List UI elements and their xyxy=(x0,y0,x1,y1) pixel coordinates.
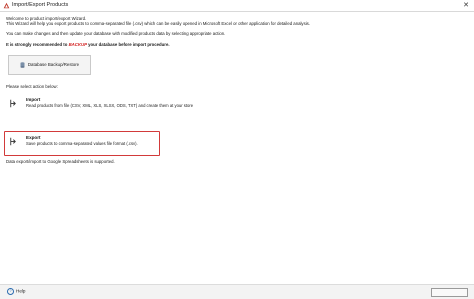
export-title: Export xyxy=(26,135,41,140)
intro-description: This Wizard will help you export product… xyxy=(6,21,311,26)
warning-backup-highlight: BACKUP xyxy=(68,42,87,47)
import-action[interactable]: Import Read products from file (CSV, XML… xyxy=(6,96,193,114)
backup-button-label: Database Backup/Restore xyxy=(27,62,80,67)
import-title: Import xyxy=(26,97,41,102)
backup-warning: It is strongly recommended to BACKUP you… xyxy=(6,42,170,47)
help-label: Help xyxy=(16,288,26,294)
help-link[interactable]: ? Help xyxy=(7,288,25,295)
app-logo-icon xyxy=(3,2,10,9)
database-backup-restore-button[interactable]: Database Backup/Restore xyxy=(8,55,91,75)
export-description: Save products to comma-separated values … xyxy=(26,141,138,146)
export-arrow-icon xyxy=(10,137,16,146)
database-icon xyxy=(20,62,25,68)
warning-text-after: your database before import procedure. xyxy=(86,42,170,47)
close-icon[interactable]: ✕ xyxy=(461,0,471,11)
footer-bar: ? Help xyxy=(0,284,474,299)
select-action-label: Please select action below: xyxy=(6,84,58,89)
import-arrow-icon xyxy=(10,99,16,108)
window-title: Import/Export Products xyxy=(12,2,69,8)
title-bar: Import/Export Products ✕ xyxy=(0,0,474,11)
export-action[interactable]: Export Save products to comma-separated … xyxy=(6,134,138,152)
back-button[interactable] xyxy=(431,288,468,297)
google-sheets-note: Data export/import to Google Spreadsheet… xyxy=(6,159,115,164)
wizard-content: Welcome to product import/export Wizard.… xyxy=(0,11,474,285)
intro-update-hint: You can make changes and then update you… xyxy=(6,31,226,36)
warning-text-before: It is strongly recommended to xyxy=(6,42,69,47)
help-icon: ? xyxy=(7,288,14,295)
import-description: Read products from file (CSV, XML, XLS, … xyxy=(26,103,194,108)
